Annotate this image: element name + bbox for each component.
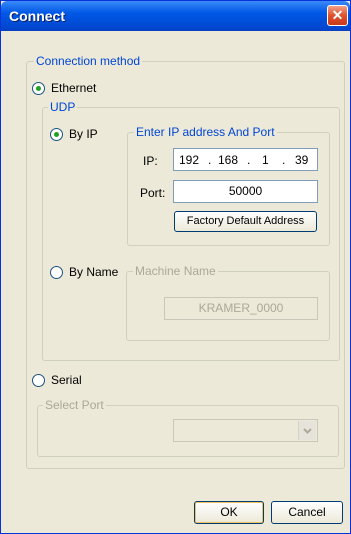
ip-dot-3: .: [282, 153, 286, 167]
ethernet-radio[interactable]: Ethernet: [32, 81, 96, 95]
ethernet-label: Ethernet: [51, 81, 97, 95]
factory-default-address-button[interactable]: Factory Default Address: [174, 211, 317, 232]
cancel-label: Cancel: [288, 505, 326, 519]
by-ip-label: By IP: [69, 127, 98, 141]
ip-label: IP:: [143, 154, 158, 168]
ip-dot-1: .: [208, 153, 212, 167]
chevron-down-icon[interactable]: [298, 421, 316, 440]
by-ip-radio-button[interactable]: [50, 127, 63, 141]
machine-name-input[interactable]: KRAMER_0000: [164, 297, 318, 320]
ok-button[interactable]: OK: [194, 501, 264, 524]
machine-name-legend: Machine Name: [133, 264, 218, 278]
machine-name-value: KRAMER_0000: [198, 301, 284, 315]
window-title: Connect: [9, 8, 65, 24]
port-select[interactable]: [173, 419, 318, 442]
ip-octet-3: 1: [262, 153, 269, 167]
close-button[interactable]: ✕: [327, 5, 348, 26]
by-name-label: By Name: [69, 265, 119, 279]
by-ip-radio[interactable]: By IP: [50, 127, 98, 141]
udp-legend: UDP: [48, 100, 78, 114]
serial-label: Serial: [51, 373, 82, 387]
ethernet-radio-button[interactable]: [32, 81, 45, 95]
ip-dot-2: .: [247, 153, 251, 167]
ip-address-input[interactable]: 192 . 168 . 1 . 39: [173, 148, 318, 171]
by-name-radio[interactable]: By Name: [50, 265, 118, 279]
factory-default-address-label: Factory Default Address: [186, 215, 305, 227]
title-bar[interactable]: Connect ✕: [1, 1, 350, 31]
ip-octet-2: 168: [218, 153, 239, 167]
port-input[interactable]: 50000: [173, 180, 318, 203]
close-icon: ✕: [331, 7, 344, 23]
connection-method-legend: Connection method: [34, 54, 143, 68]
ok-label: OK: [220, 505, 238, 519]
by-name-radio-button[interactable]: [50, 265, 63, 279]
connect-dialog: Connect ✕ Connection method Ethernet UDP…: [0, 0, 351, 534]
port-label: Port:: [140, 186, 166, 200]
cancel-button[interactable]: Cancel: [271, 501, 343, 524]
serial-radio-button[interactable]: [32, 373, 45, 387]
serial-radio[interactable]: Serial: [32, 373, 82, 387]
ip-port-legend: Enter IP address And Port: [134, 125, 277, 139]
ip-octet-4: 39: [295, 153, 309, 167]
port-value: 50000: [228, 184, 263, 198]
ip-octet-1: 192: [179, 153, 200, 167]
select-port-legend: Select Port: [43, 398, 106, 412]
